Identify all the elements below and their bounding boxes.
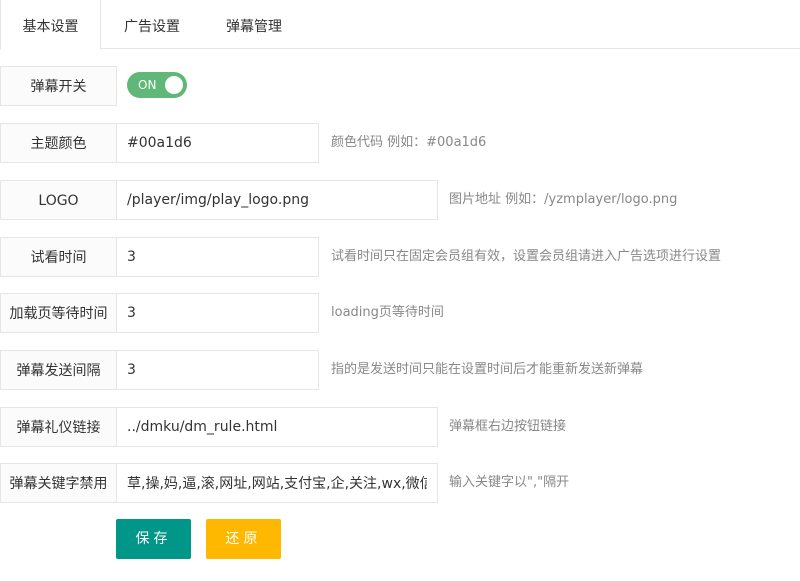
loading-wait-input[interactable] [116, 293, 319, 333]
settings-page: 基本设置 广告设置 弹幕管理 弹幕开关 ON 主题颜色 颜色代码 例如：#00a… [0, 0, 800, 581]
theme-color-hint: 颜色代码 例如：#00a1d6 [331, 135, 487, 150]
reset-button[interactable]: 还原 [206, 519, 281, 559]
danmu-switch-label: 弹幕开关 [0, 66, 117, 106]
send-interval-input[interactable] [116, 350, 319, 390]
banned-keywords-hint: 输入关键字以","隔开 [449, 475, 570, 490]
theme-color-label: 主题颜色 [0, 123, 117, 163]
save-button[interactable]: 保存 [116, 519, 191, 559]
banned-keywords-input[interactable] [116, 463, 438, 503]
send-interval-hint: 指的是发送时间只能在设置时间后才能重新发送新弹幕 [331, 362, 644, 377]
trial-time-label: 试看时间 [0, 237, 117, 277]
banned-keywords-label: 弹幕关键字禁用 [0, 463, 117, 503]
danmu-switch-toggle[interactable]: ON [127, 72, 187, 98]
etiquette-link-label: 弹幕礼仪链接 [0, 407, 117, 447]
trial-time-input[interactable] [116, 237, 319, 277]
tab-basic-settings[interactable]: 基本设置 [0, 0, 101, 50]
logo-input[interactable] [116, 180, 438, 220]
send-interval-label: 弹幕发送间隔 [0, 350, 117, 390]
tab-ad-settings[interactable]: 广告设置 [101, 0, 203, 49]
loading-wait-hint: loading页等待时间 [331, 305, 444, 320]
theme-color-input[interactable] [116, 123, 319, 163]
logo-hint: 图片地址 例如：/yzmplayer/logo.png [449, 192, 678, 207]
logo-label: LOGO [0, 180, 117, 220]
loading-wait-label: 加载页等待时间 [0, 293, 117, 333]
etiquette-link-input[interactable] [116, 407, 438, 447]
tab-danmu-management[interactable]: 弹幕管理 [203, 0, 305, 49]
etiquette-link-hint: 弹幕框右边按钮链接 [449, 419, 567, 434]
switch-state-text: ON [138, 78, 157, 92]
tab-bar: 基本设置 广告设置 弹幕管理 [0, 0, 800, 50]
trial-time-hint: 试看时间只在固定会员组有效，设置会员组请进入广告选项进行设置 [331, 249, 722, 264]
switch-knob [165, 76, 183, 94]
